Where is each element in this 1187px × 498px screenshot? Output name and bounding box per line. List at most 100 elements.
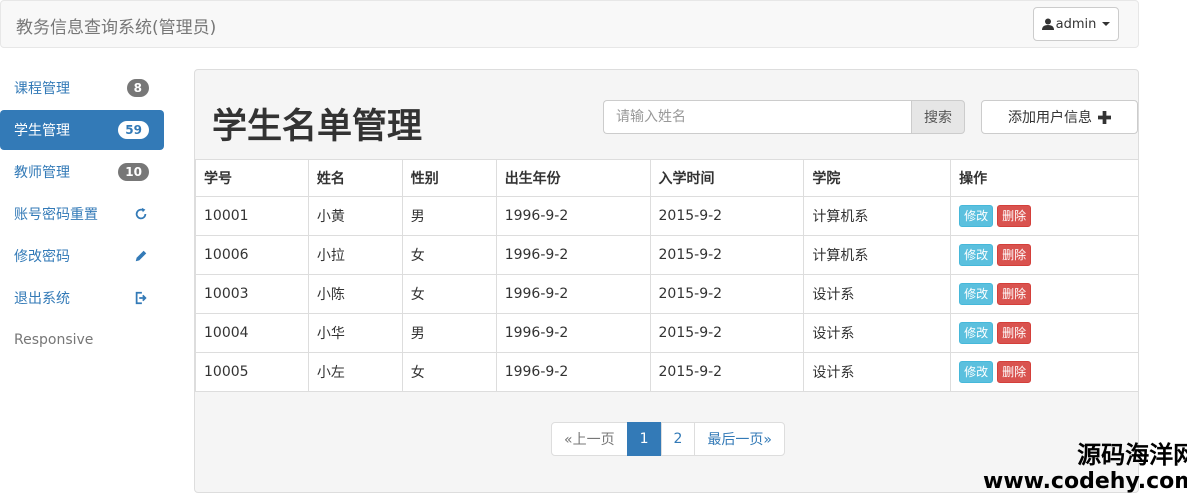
page-button-1[interactable]: 1 <box>626 422 662 456</box>
table-header-row: 学号 姓名 性别 出生年份 入学时间 学院 操作 <box>195 159 1139 197</box>
cell-enroll: 2015-9-2 <box>649 313 805 353</box>
sidebar-item-reset-password[interactable]: 账号密码重置 <box>0 194 164 234</box>
column-header: 姓名 <box>307 159 403 197</box>
sidebar-item-label: 修改密码 <box>14 249 70 265</box>
cell-enroll: 2015-9-2 <box>649 196 805 236</box>
cell-name: 小陈 <box>307 274 403 314</box>
column-header: 性别 <box>401 159 497 197</box>
watermark: 源码海洋网 www.codehy.com <box>983 441 1187 495</box>
edit-button[interactable]: 修改 <box>959 244 994 266</box>
edit-button[interactable]: 修改 <box>959 322 994 344</box>
cell-birth: 1996-9-2 <box>495 235 651 275</box>
table-row: 10006 小拉 女 1996-9-2 2015-9-2 计算机系 修改 删除 <box>195 235 1139 275</box>
add-user-button[interactable]: 添加用户信息 <box>981 100 1138 134</box>
sidebar: 课程管理 8 学生管理 59 教师管理 10 账号密码重置 修改密码 退出系统 … <box>0 68 164 360</box>
top-navbar: 教务信息查询系统(管理员) admin <box>0 0 1139 48</box>
cell-birth: 1996-9-2 <box>495 196 651 236</box>
plus-icon <box>1098 110 1111 124</box>
cell-actions: 修改 删除 <box>950 235 1139 275</box>
user-menu-button[interactable]: admin <box>1033 7 1119 41</box>
user-name: admin <box>1055 16 1097 32</box>
pagination: «上一页 1 2 最后一页» <box>551 422 785 456</box>
pencil-icon <box>133 248 149 264</box>
search-button[interactable]: 搜索 <box>911 100 965 134</box>
sidebar-item-change-password[interactable]: 修改密码 <box>0 236 164 276</box>
edit-button[interactable]: 修改 <box>959 283 994 305</box>
sidebar-item-label: 课程管理 <box>14 81 70 97</box>
sidebar-item-courses[interactable]: 课程管理 8 <box>0 68 164 108</box>
delete-button[interactable]: 删除 <box>997 283 1032 305</box>
sidebar-item-teachers[interactable]: 教师管理 10 <box>0 152 164 192</box>
cell-actions: 修改 删除 <box>950 313 1139 353</box>
cell-birth: 1996-9-2 <box>495 313 651 353</box>
sidebar-item-logout[interactable]: 退出系统 <box>0 278 164 318</box>
sidebar-item-students[interactable]: 学生管理 59 <box>0 110 164 150</box>
sidebar-item-label: 账号密码重置 <box>14 207 98 223</box>
cell-actions: 修改 删除 <box>950 274 1139 314</box>
watermark-line1: 源码海洋网 <box>1077 441 1187 469</box>
user-icon <box>1041 18 1054 30</box>
delete-button[interactable]: 删除 <box>997 244 1032 266</box>
page-button-2[interactable]: 2 <box>660 422 696 456</box>
sidebar-item-label: 教师管理 <box>14 165 70 181</box>
column-header: 学号 <box>195 159 309 197</box>
cell-gender: 女 <box>401 274 497 314</box>
delete-button[interactable]: 删除 <box>997 322 1032 344</box>
cell-actions: 修改 删除 <box>950 352 1139 392</box>
caret-down-icon <box>1102 22 1111 26</box>
cell-student-id: 10001 <box>195 196 309 236</box>
column-header: 学院 <box>803 159 952 197</box>
sidebar-item-label: 学生管理 <box>14 123 70 139</box>
cell-name: 小黄 <box>307 196 403 236</box>
cell-gender: 女 <box>401 352 497 392</box>
cell-college: 计算机系 <box>803 235 952 275</box>
sidebar-footer-text: Responsive <box>14 332 94 348</box>
cell-college: 设计系 <box>803 274 952 314</box>
cell-name: 小拉 <box>307 235 403 275</box>
cell-enroll: 2015-9-2 <box>649 274 805 314</box>
cell-birth: 1996-9-2 <box>495 352 651 392</box>
table-row: 10004 小华 男 1996-9-2 2015-9-2 设计系 修改 删除 <box>195 313 1139 353</box>
count-badge: 10 <box>118 163 149 181</box>
student-table: 学号 姓名 性别 出生年份 入学时间 学院 操作 10001 小黄 男 1996… <box>195 159 1139 392</box>
sidebar-item-label: 退出系统 <box>14 291 70 307</box>
cell-enroll: 2015-9-2 <box>649 352 805 392</box>
last-page-button[interactable]: 最后一页» <box>694 422 785 456</box>
logout-icon <box>133 290 149 306</box>
table-row: 10001 小黄 男 1996-9-2 2015-9-2 计算机系 修改 删除 <box>195 196 1139 236</box>
column-header: 出生年份 <box>495 159 651 197</box>
cell-college: 计算机系 <box>803 196 952 236</box>
app-brand[interactable]: 教务信息查询系统(管理员) <box>16 13 216 38</box>
cell-name: 小华 <box>307 313 403 353</box>
cell-student-id: 10005 <box>195 352 309 392</box>
table-row: 10005 小左 女 1996-9-2 2015-9-2 设计系 修改 删除 <box>195 352 1139 392</box>
cell-gender: 女 <box>401 235 497 275</box>
cell-birth: 1996-9-2 <box>495 274 651 314</box>
cell-student-id: 10006 <box>195 235 309 275</box>
cell-gender: 男 <box>401 196 497 236</box>
edit-button[interactable]: 修改 <box>959 361 994 383</box>
column-header: 入学时间 <box>649 159 805 197</box>
cell-actions: 修改 删除 <box>950 196 1139 236</box>
table-row: 10003 小陈 女 1996-9-2 2015-9-2 设计系 修改 删除 <box>195 274 1139 314</box>
cell-enroll: 2015-9-2 <box>649 235 805 275</box>
column-header: 操作 <box>950 159 1139 197</box>
watermark-line2: www.codehy.com <box>983 469 1187 494</box>
cell-college: 设计系 <box>803 352 952 392</box>
cell-name: 小左 <box>307 352 403 392</box>
cell-student-id: 10003 <box>195 274 309 314</box>
count-badge: 59 <box>118 121 149 139</box>
page-title: 学生名单管理 <box>212 106 423 147</box>
add-user-label: 添加用户信息 <box>1008 110 1092 126</box>
cell-college: 设计系 <box>803 313 952 353</box>
delete-button[interactable]: 删除 <box>997 361 1032 383</box>
count-badge: 8 <box>126 79 149 97</box>
refresh-icon <box>133 206 149 222</box>
search-input[interactable] <box>603 100 912 134</box>
cell-gender: 男 <box>401 313 497 353</box>
prev-page-button[interactable]: «上一页 <box>551 422 628 456</box>
delete-button[interactable]: 删除 <box>997 205 1032 227</box>
cell-student-id: 10004 <box>195 313 309 353</box>
edit-button[interactable]: 修改 <box>959 205 994 227</box>
main-panel: 学生名单管理 搜索 添加用户信息 学号 姓名 性别 出生年份 入学时间 学院 操… <box>194 69 1139 493</box>
